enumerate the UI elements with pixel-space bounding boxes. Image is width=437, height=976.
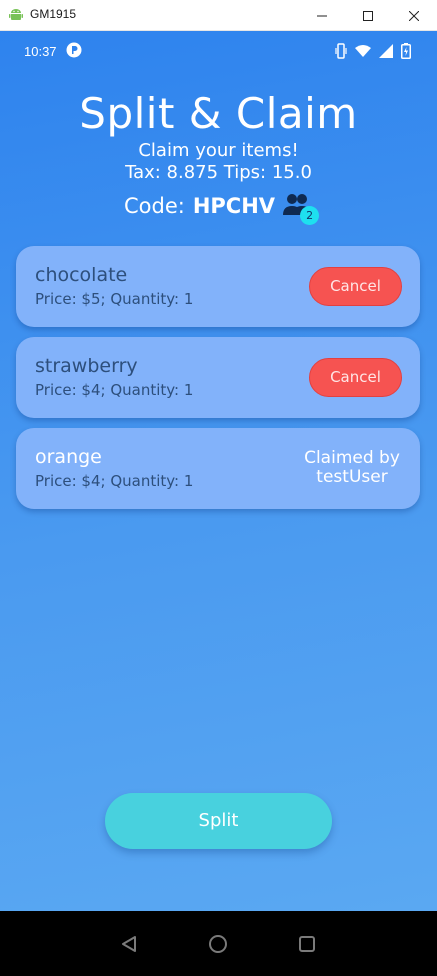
cancel-button[interactable]: Cancel [309, 267, 402, 306]
maximize-button[interactable] [345, 0, 391, 31]
participants-button[interactable]: 2 [283, 193, 320, 225]
recents-button[interactable] [296, 933, 318, 955]
vibrate-icon [335, 43, 347, 59]
android-icon [9, 9, 23, 20]
claimed-status: Claimed by testUser [292, 449, 412, 487]
item-price-quantity: Price: $5; Quantity: 1 [35, 290, 194, 308]
minimize-button[interactable] [299, 0, 345, 31]
session-code: Code: HPCHV 2 [124, 193, 320, 225]
item-price-quantity: Price: $4; Quantity: 1 [35, 381, 194, 399]
item-card-orange: orange Price: $4; Quantity: 1 Claimed by… [16, 428, 420, 509]
item-name: chocolate [35, 264, 128, 286]
wifi-icon [355, 45, 371, 57]
code-value: HPCHV [192, 194, 276, 218]
app-screen: 10:37 Split & Claim Claim your items! Ta… [0, 31, 437, 911]
close-icon [409, 10, 419, 21]
item-card-chocolate: chocolate Price: $5; Quantity: 1 Cancel [16, 246, 420, 327]
minimize-icon [317, 15, 327, 16]
app-notification-icon [66, 42, 82, 58]
android-navigation-bar [0, 911, 437, 976]
signal-icon [379, 44, 393, 58]
back-button[interactable] [118, 933, 140, 955]
item-name: strawberry [35, 355, 138, 377]
cancel-button[interactable]: Cancel [309, 358, 402, 397]
item-price-quantity: Price: $4; Quantity: 1 [35, 472, 194, 490]
window-titlebar: GM1915 [0, 0, 437, 31]
claimed-by-label: Claimed by [304, 448, 400, 468]
status-time: 10:37 [24, 44, 57, 59]
code-label: Code: [124, 194, 185, 218]
claimed-by-user: testUser [316, 467, 388, 487]
back-triangle-icon [122, 936, 136, 952]
close-button[interactable] [391, 0, 437, 31]
item-card-strawberry: strawberry Price: $4; Quantity: 1 Cancel [16, 337, 420, 418]
maximize-icon [363, 10, 373, 21]
recents-square-icon [299, 936, 315, 952]
page-subtitle: Claim your items! [138, 140, 299, 161]
tax-tips-text: Tax: 8.875 Tips: 15.0 [125, 162, 312, 183]
home-button[interactable] [207, 933, 229, 955]
battery-icon [401, 43, 411, 59]
participants-count-badge: 2 [300, 206, 320, 225]
split-button[interactable]: Split [105, 793, 332, 849]
page-title: Split & Claim [79, 89, 358, 138]
window-title: GM1915 [30, 7, 77, 21]
home-circle-icon [209, 935, 227, 953]
item-name: orange [35, 446, 102, 468]
status-bar: 10:37 [0, 31, 437, 73]
